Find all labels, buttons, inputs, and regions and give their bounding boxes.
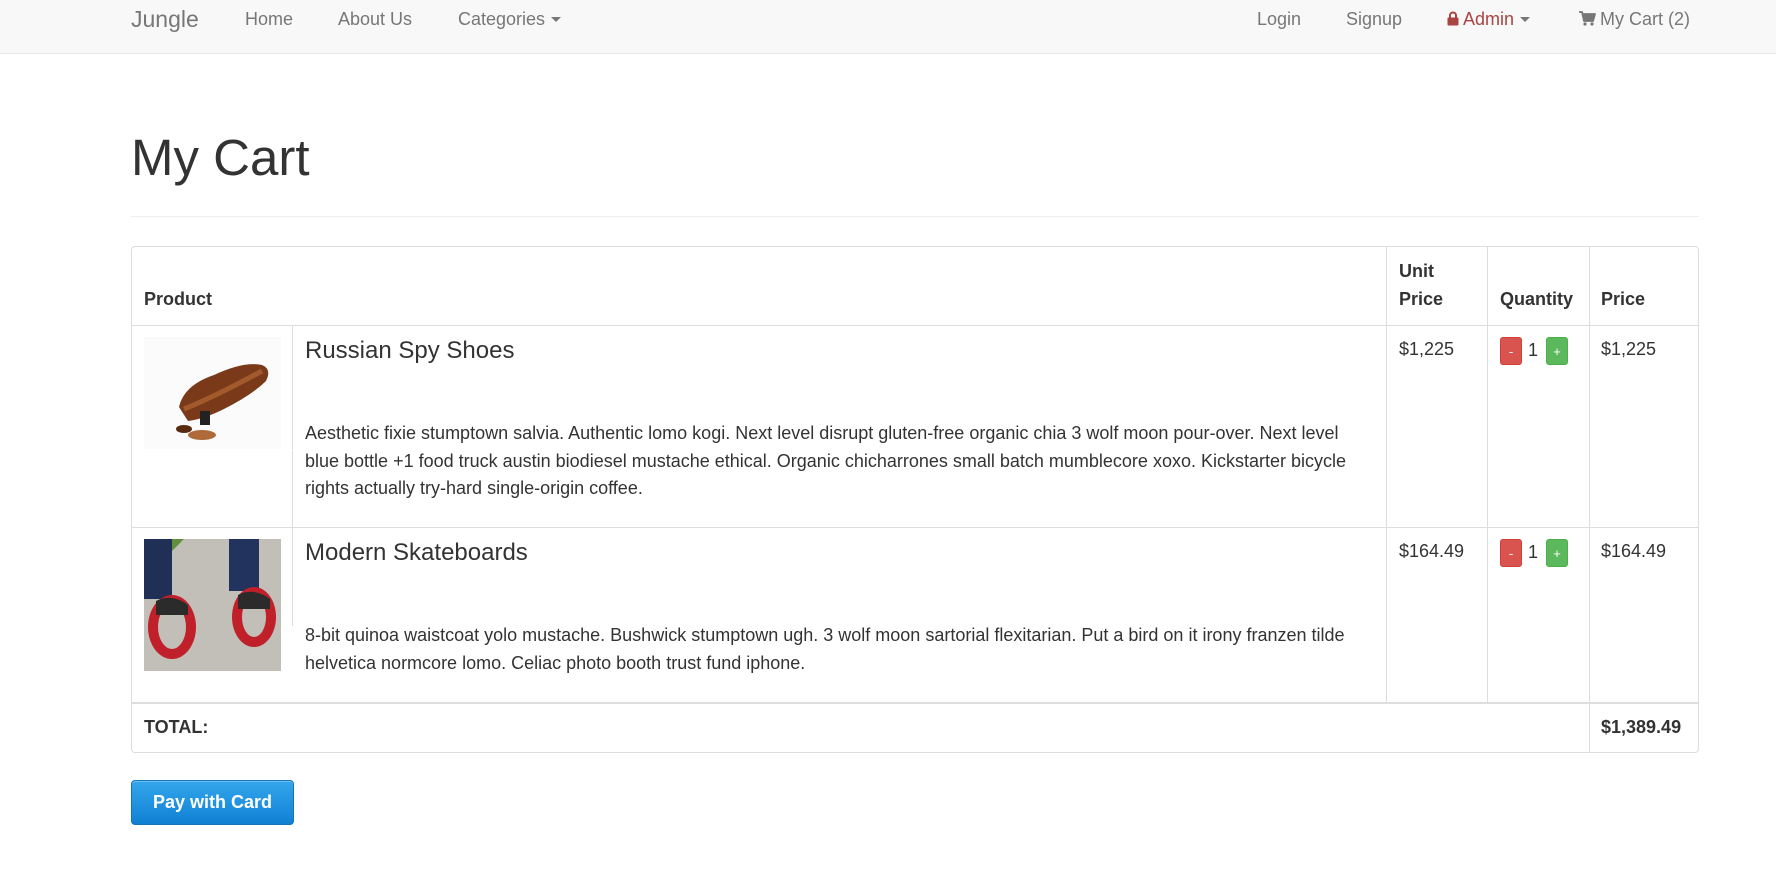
nav-login-link[interactable]: Login [1257, 9, 1301, 30]
header-unit-price-line1: Unit [1399, 261, 1434, 281]
unit-price: $1,225 [1399, 339, 1455, 359]
column-divider [292, 325, 293, 450]
cart-table: Product Unit Price Quantity Price Russia… [131, 246, 1699, 753]
increase-quantity-button[interactable]: + [1546, 539, 1568, 567]
total-label: TOTAL: [144, 717, 209, 737]
shoe-image-icon [144, 337, 281, 449]
caret-down-icon [1520, 16, 1531, 22]
product-name-link[interactable]: Russian Spy Shoes [305, 337, 514, 365]
header-unit-price-line2: Price [1399, 289, 1444, 309]
product-description: Aesthetic fixie stumptown salvia. Authen… [305, 423, 1347, 498]
caret-down-icon [551, 16, 562, 22]
column-divider [1386, 247, 1387, 702]
nav-about-link[interactable]: About Us [338, 9, 412, 30]
brand-logo-link[interactable]: Jungle [131, 6, 199, 33]
product-description: 8-bit quinoa waistcoat yolo mustache. Bu… [305, 625, 1345, 673]
page-title: My Cart [131, 129, 310, 186]
column-divider [292, 451, 293, 626]
increase-quantity-button[interactable]: + [1546, 337, 1568, 365]
line-price: $164.49 [1601, 541, 1667, 561]
line-price: $1,225 [1601, 339, 1657, 359]
product-image-skateboards[interactable] [144, 539, 281, 671]
decrease-quantity-button[interactable]: - [1500, 539, 1522, 567]
nav-categories-dropdown[interactable]: Categories [458, 9, 562, 30]
nav-home-link[interactable]: Home [245, 9, 293, 30]
product-name-link[interactable]: Modern Skateboards [305, 539, 528, 567]
row-divider [132, 702, 1698, 704]
nav-cart-label: My Cart (2) [1600, 9, 1690, 29]
top-navbar: Jungle Home About Us Categories Login Si… [0, 0, 1776, 54]
row-divider [132, 527, 1698, 528]
header-quantity: Quantity [1500, 289, 1574, 309]
shopping-cart-icon [1579, 11, 1596, 26]
column-divider [1589, 247, 1590, 753]
pay-with-card-button[interactable]: Pay with Card [131, 780, 294, 825]
nav-admin-label: Admin [1463, 9, 1515, 29]
product-image-shoes[interactable] [144, 337, 281, 449]
row-divider [132, 325, 1698, 326]
header-product: Product [144, 289, 213, 309]
lock-icon [1447, 11, 1459, 26]
decrease-quantity-button[interactable]: - [1500, 337, 1522, 365]
unit-price: $164.49 [1399, 541, 1465, 561]
nav-categories-label: Categories [458, 9, 546, 29]
header-price: Price [1601, 289, 1646, 309]
nav-my-cart-link[interactable]: My Cart (2) [1579, 9, 1690, 30]
nav-signup-link[interactable]: Signup [1346, 9, 1402, 30]
total-value: $1,389.49 [1601, 717, 1682, 737]
header-divider [131, 216, 1699, 217]
quantity-value: 1 [1528, 340, 1539, 360]
quantity-value: 1 [1528, 542, 1539, 562]
column-divider [1487, 247, 1488, 702]
skateboard-image-icon [144, 539, 281, 671]
nav-admin-dropdown[interactable]: Admin [1447, 9, 1531, 30]
